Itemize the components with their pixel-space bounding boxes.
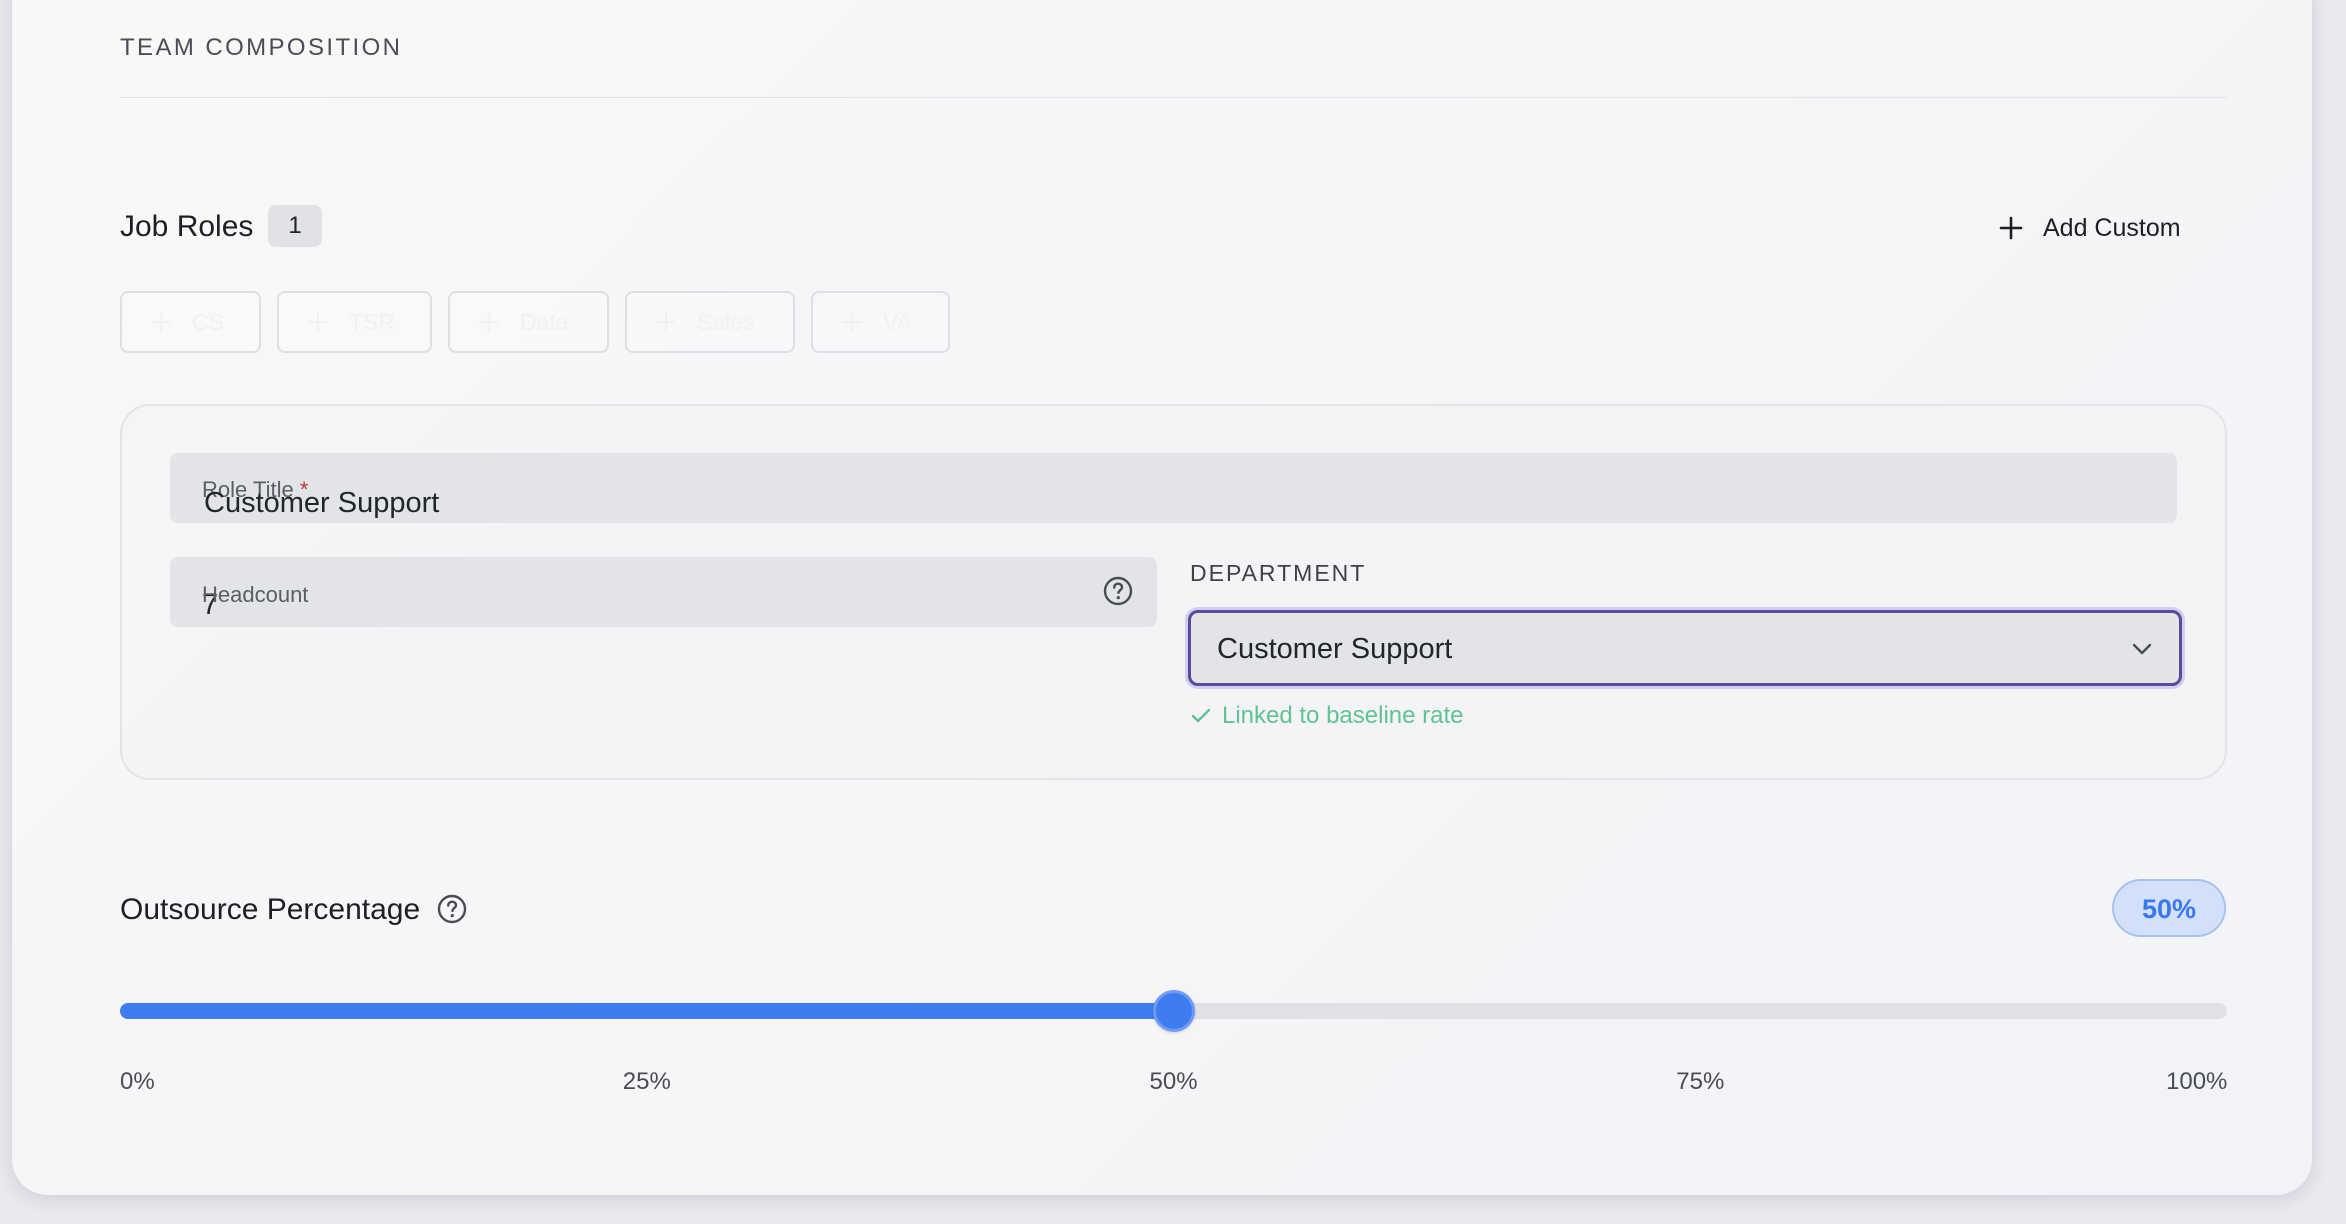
job-roles-count-badge: 1: [268, 205, 322, 247]
headcount-field[interactable]: 7 Headcount: [170, 557, 1157, 627]
preset-label: VA: [883, 308, 912, 335]
slider-fill: [120, 1003, 1174, 1019]
role-title-field[interactable]: Role Title * Customer Support: [170, 453, 2177, 523]
preset-data-button[interactable]: Data: [448, 291, 609, 353]
plus-icon: [1999, 216, 2023, 240]
plus-icon: [842, 312, 862, 332]
tick-label: 50%: [1149, 1068, 1198, 1095]
plus-icon: [308, 312, 328, 332]
question-circle-icon[interactable]: [1102, 575, 1134, 607]
department-selected-value: Customer Support: [1217, 633, 1453, 665]
role-title-value: Customer Support: [204, 487, 440, 519]
add-custom-label: Add Custom: [2043, 213, 2181, 242]
preset-label: TSR: [349, 308, 395, 335]
linked-note-text: Linked to baseline rate: [1222, 702, 1464, 729]
outsource-percentage-title: Outsource Percentage: [120, 893, 421, 926]
section-title: TEAM COMPOSITION: [120, 34, 403, 61]
preset-label: Data: [520, 308, 569, 335]
slider-tick-labels: 0% 25% 50% 75% 100%: [120, 1068, 2227, 1098]
preset-sales-button[interactable]: Sales: [625, 291, 795, 353]
tick-label: 75%: [1676, 1068, 1725, 1095]
department-label: DEPARTMENT: [1190, 560, 1367, 586]
question-circle-icon[interactable]: [436, 893, 468, 925]
outsource-value-badge: 50%: [2112, 879, 2226, 937]
plus-icon: [151, 312, 171, 332]
chevron-down-icon: [2131, 639, 2153, 659]
add-custom-button[interactable]: Add Custom: [1999, 200, 2181, 256]
headcount-label: Headcount: [202, 582, 309, 607]
tick-label: 100%: [2166, 1068, 2228, 1095]
outsource-slider[interactable]: [120, 990, 2227, 1032]
tick-label: 0%: [120, 1068, 155, 1095]
preset-label: Sales: [697, 308, 755, 335]
team-composition-card: TEAM COMPOSITION Job Roles 1 Add Custom …: [12, 0, 2312, 1195]
section-divider: [120, 97, 2227, 98]
preset-label: CS: [192, 308, 224, 335]
preset-va-button[interactable]: VA: [811, 291, 950, 353]
plus-icon: [479, 312, 499, 332]
slider-thumb[interactable]: [1152, 990, 1195, 1032]
department-linked-note: Linked to baseline rate: [1190, 702, 1464, 730]
tick-label: 25%: [622, 1068, 671, 1095]
preset-cs-button[interactable]: CS: [120, 291, 261, 353]
department-select[interactable]: Customer Support: [1188, 610, 2182, 686]
job-roles-title: Job Roles: [120, 210, 254, 243]
preset-tsr-button[interactable]: TSR: [277, 291, 432, 353]
check-icon: [1190, 706, 1212, 726]
plus-icon: [656, 312, 676, 332]
